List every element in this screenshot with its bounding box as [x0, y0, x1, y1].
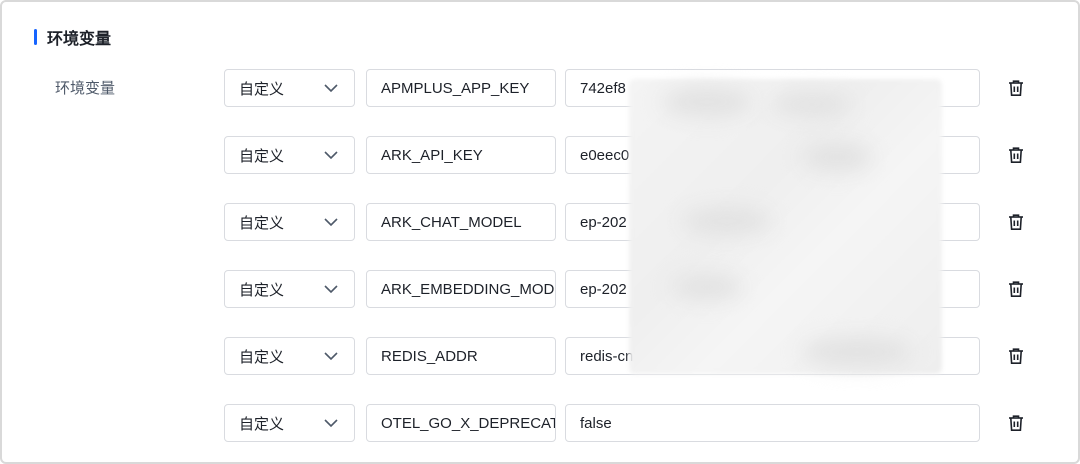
env-var-type-select[interactable]: 自定义	[224, 337, 355, 375]
env-var-type-select[interactable]: 自定义	[224, 203, 355, 241]
chevron-down-icon	[324, 419, 338, 428]
env-var-row: 自定义 OTEL_GO_X_DEPRECATED false	[2, 404, 1080, 442]
redaction-smudge	[672, 274, 742, 300]
env-var-type-select[interactable]: 自定义	[224, 270, 355, 308]
trash-icon[interactable]	[1007, 347, 1025, 365]
trash-icon[interactable]	[1007, 280, 1025, 298]
chevron-down-icon	[324, 151, 338, 160]
section-accent-bar	[34, 29, 37, 45]
redaction-smudge	[682, 207, 772, 235]
chevron-down-icon	[324, 285, 338, 294]
chevron-down-icon	[324, 84, 338, 93]
section-header: 环境变量	[34, 26, 111, 48]
env-var-type-value: 自定义	[239, 414, 285, 433]
trash-icon[interactable]	[1007, 146, 1025, 164]
trash-icon[interactable]	[1007, 213, 1025, 231]
env-var-type-select[interactable]: 自定义	[224, 69, 355, 107]
env-vars-panel: 环境变量 环境变量 自定义 APMPLUS_APP_KEY 742ef8 自定义…	[0, 0, 1080, 464]
env-var-type-value: 自定义	[239, 213, 285, 232]
env-var-key-input[interactable]: REDIS_ADDR	[366, 337, 556, 375]
env-var-type-value: 自定义	[239, 146, 285, 165]
redaction-overlay	[629, 79, 942, 374]
redaction-smudge	[802, 142, 872, 172]
env-var-value-input[interactable]: false	[565, 404, 980, 442]
env-var-type-select[interactable]: 自定义	[224, 136, 355, 174]
env-var-key-input[interactable]: ARK_API_KEY	[366, 136, 556, 174]
env-var-type-value: 自定义	[239, 79, 285, 98]
trash-icon[interactable]	[1007, 414, 1025, 432]
redaction-smudge	[662, 87, 752, 117]
env-var-type-select[interactable]: 自定义	[224, 404, 355, 442]
env-var-key-input[interactable]: APMPLUS_APP_KEY	[366, 69, 556, 107]
redaction-smudge	[772, 92, 852, 117]
section-title: 环境变量	[47, 29, 112, 48]
env-var-key-input[interactable]: ARK_CHAT_MODEL	[366, 203, 556, 241]
trash-icon[interactable]	[1007, 79, 1025, 97]
env-var-key-input[interactable]: ARK_EMBEDDING_MODEL	[366, 270, 556, 308]
chevron-down-icon	[324, 218, 338, 227]
redaction-smudge	[802, 337, 912, 367]
env-var-key-input[interactable]: OTEL_GO_X_DEPRECATED	[366, 404, 556, 442]
chevron-down-icon	[324, 352, 338, 361]
env-var-type-value: 自定义	[239, 280, 285, 299]
env-var-type-value: 自定义	[239, 347, 285, 366]
